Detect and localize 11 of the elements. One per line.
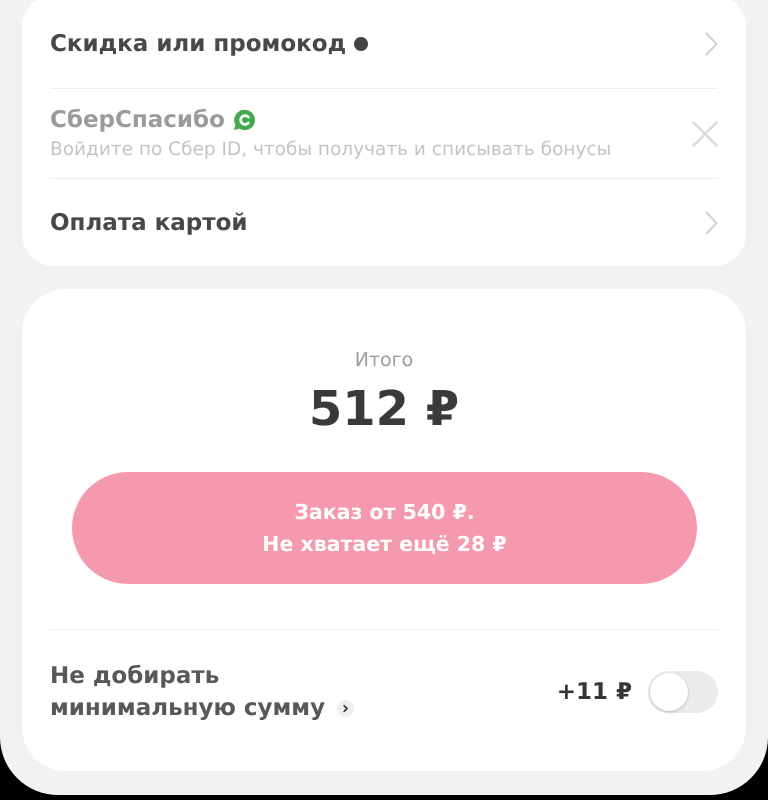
speech-bubble-logo-icon — [232, 109, 255, 131]
option-title[interactable]: Оплата картой — [50, 208, 248, 236]
option-price: +11 ₽ — [556, 678, 632, 707]
option-subtitle: Войдите по Сбер ID, чтобы получать и списывать бонусы — [50, 139, 612, 161]
toggle-switch[interactable] — [648, 671, 718, 713]
total-label: Итого — [354, 349, 414, 372]
chevron-right-icon[interactable] — [337, 700, 354, 717]
option-label[interactable]: Не добирать минимальную сумму — [50, 660, 328, 724]
close-icon[interactable] — [692, 120, 718, 146]
total-amount: 512 ₽ — [308, 381, 460, 437]
option-title[interactable]: Скидка или промокод — [50, 30, 346, 58]
